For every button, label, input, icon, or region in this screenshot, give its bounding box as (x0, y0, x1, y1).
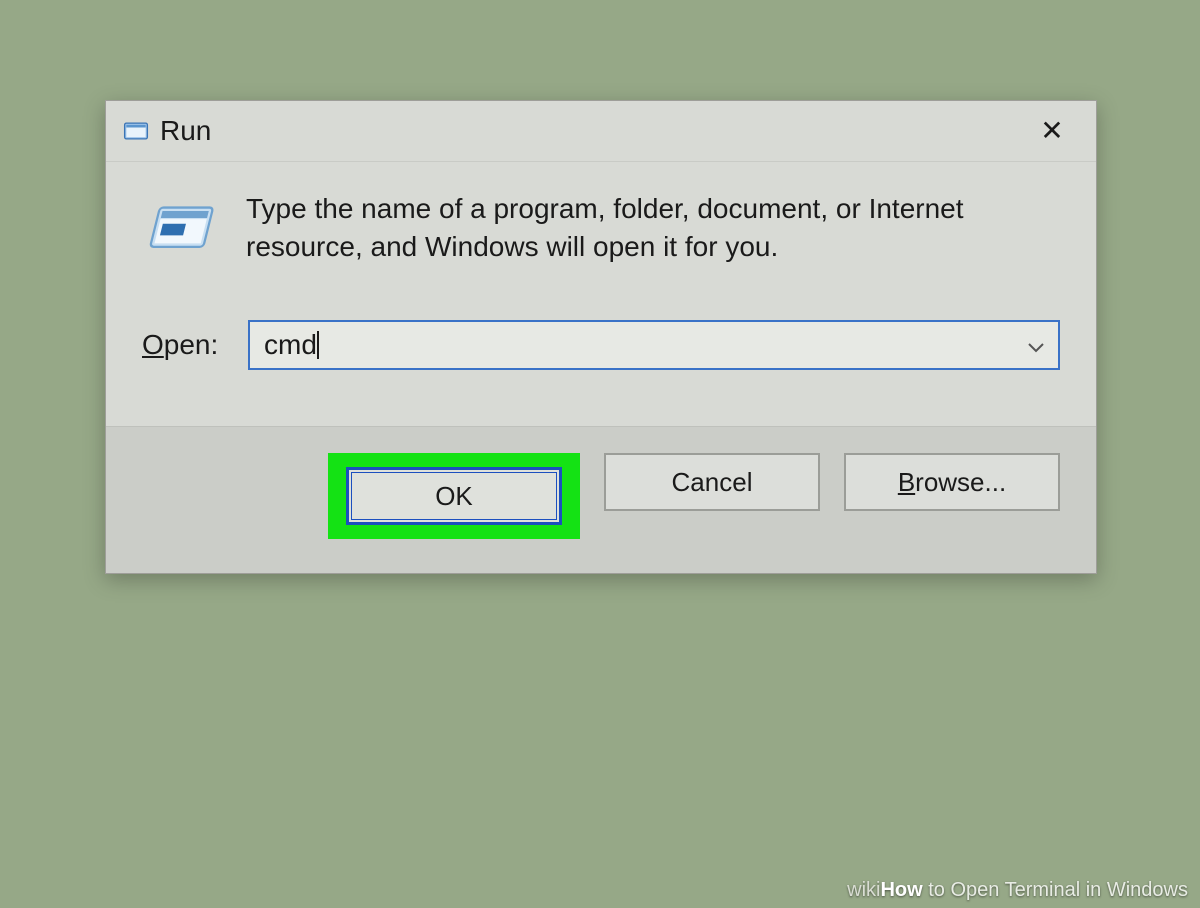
watermark-how: How (880, 879, 922, 901)
dialog-body: Type the name of a program, folder, docu… (106, 162, 1096, 426)
browse-button[interactable]: Browse... (844, 453, 1060, 511)
ok-highlight: OK (328, 453, 580, 539)
open-label: Open: (142, 329, 248, 361)
browse-button-label: Browse... (898, 467, 1006, 498)
watermark: wikiHow to Open Terminal in Windows (847, 879, 1188, 902)
watermark-caption: to Open Terminal in Windows (923, 879, 1188, 901)
ok-button[interactable]: OK (346, 467, 562, 525)
ok-button-label: OK (435, 481, 473, 512)
watermark-wiki: wiki (847, 879, 880, 901)
open-input-value: cmd (264, 329, 317, 361)
titlebar: Run ✕ (106, 101, 1096, 162)
run-large-icon (142, 196, 216, 270)
text-cursor (317, 331, 319, 359)
open-row: Open: cmd (142, 320, 1060, 370)
dialog-title: Run (160, 115, 1028, 147)
dialog-description: Type the name of a program, folder, docu… (246, 190, 1060, 266)
cancel-button-label: Cancel (672, 467, 753, 498)
close-icon[interactable]: ✕ (1028, 117, 1076, 145)
open-combobox[interactable]: cmd (248, 320, 1060, 370)
cancel-button[interactable]: Cancel (604, 453, 820, 511)
run-dialog: Run ✕ Type the name of a program, folder… (105, 100, 1097, 574)
chevron-down-icon[interactable] (1028, 340, 1044, 350)
run-title-icon (122, 117, 150, 145)
button-bar: OK Cancel Browse... (106, 426, 1096, 573)
description-row: Type the name of a program, folder, docu… (142, 190, 1060, 270)
